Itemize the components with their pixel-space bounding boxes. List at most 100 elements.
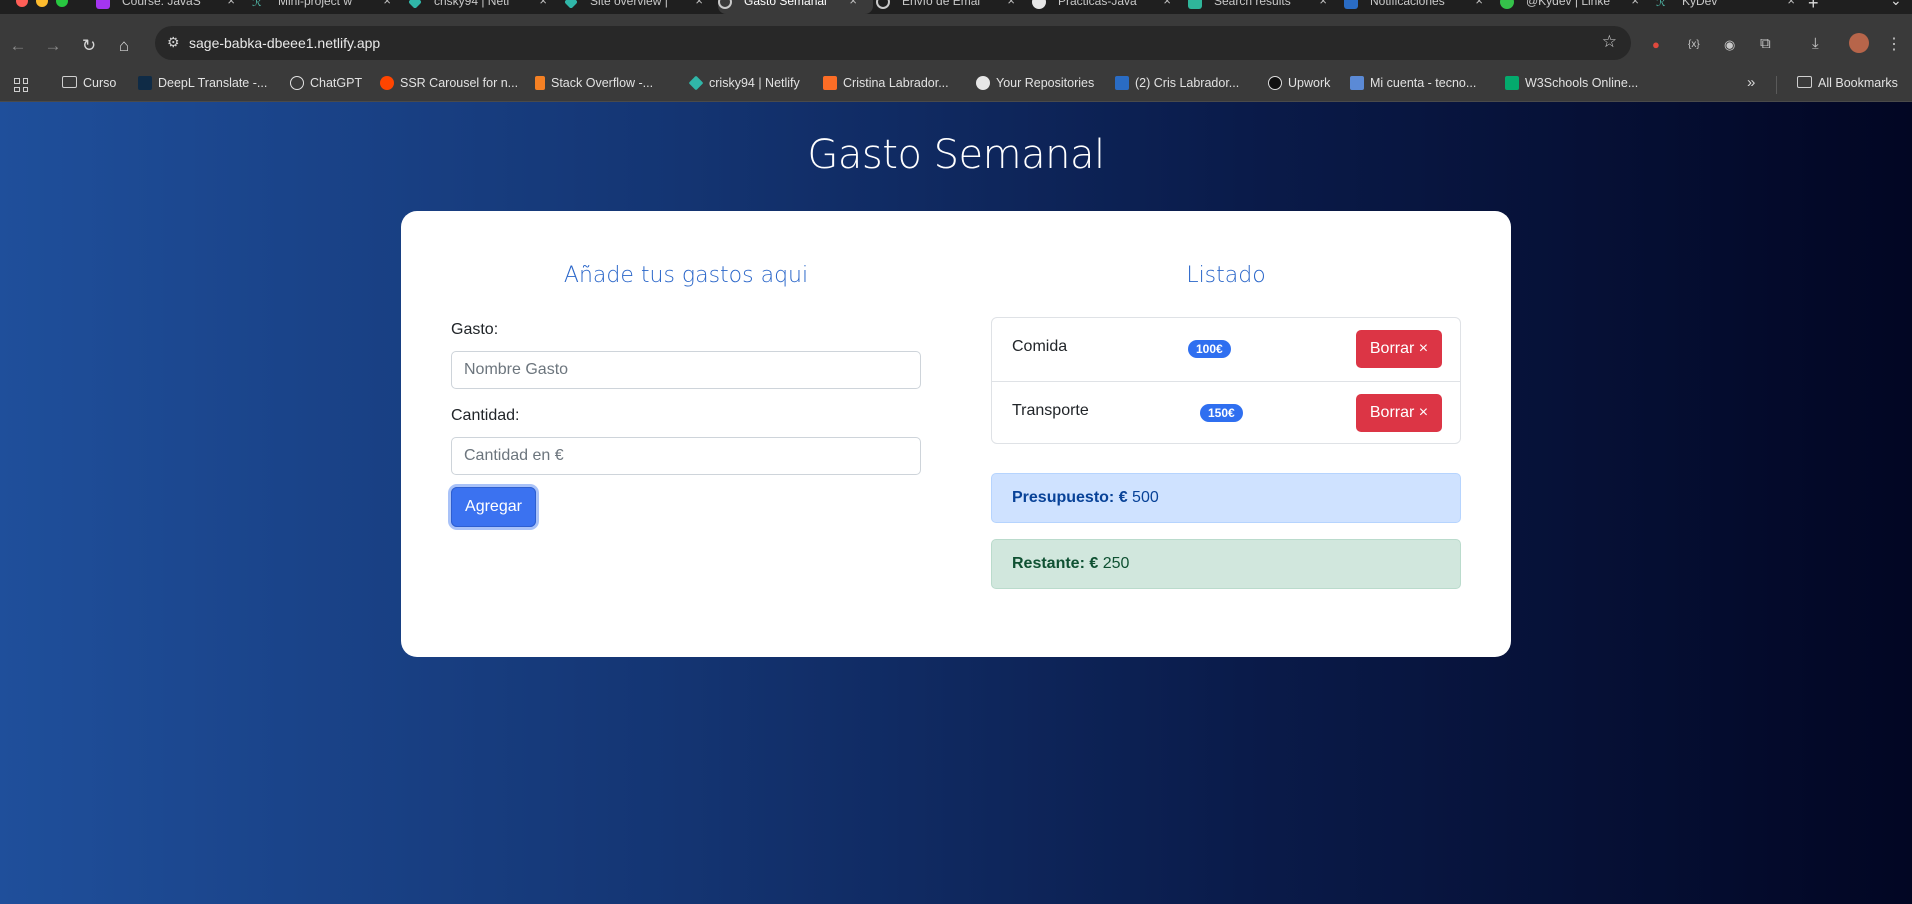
- linkedin-icon: [1115, 76, 1129, 90]
- tab-close-icon[interactable]: ×: [227, 0, 235, 8]
- vue-extension-icon[interactable]: {x}: [1688, 39, 1700, 50]
- tab-close-icon[interactable]: ×: [1631, 0, 1639, 8]
- window-close-dot[interactable]: [16, 0, 28, 7]
- tecnoempleo-icon: [1350, 76, 1364, 90]
- browser-tab[interactable]: Site overview | ×: [564, 0, 719, 14]
- presupuesto-alert: Presupuesto: € 500: [991, 473, 1461, 523]
- bookmark-star-icon[interactable]: ☆: [1602, 32, 1617, 52]
- forward-arrow-icon[interactable]: →: [43, 36, 63, 56]
- bookmarks-bar: Curso DeepL Translate -... ChatGPT SSR C…: [0, 66, 1912, 102]
- tab-strip: Course: JavaS × ℛ Mini-project w × crisk…: [0, 0, 1912, 14]
- kydev-favicon-icon: [1500, 0, 1514, 9]
- presupuesto-value: 500: [1132, 489, 1159, 506]
- tab-close-icon[interactable]: ×: [1319, 0, 1327, 8]
- udemy-favicon-icon: [96, 0, 110, 9]
- tab-close-icon[interactable]: ×: [1163, 0, 1171, 8]
- record-extension-icon[interactable]: ◉: [1724, 37, 1735, 53]
- listado-heading: Listado: [1186, 263, 1266, 288]
- bookmark-item[interactable]: Mi cuenta - tecno...: [1350, 76, 1476, 90]
- reload-icon[interactable]: ↻: [79, 36, 99, 56]
- site-settings-icon[interactable]: ⚙: [167, 34, 180, 51]
- gasto-input[interactable]: [451, 351, 921, 389]
- browser-tab[interactable]: ℛ KyDev ×: [1656, 0, 1811, 14]
- apps-grid-icon[interactable]: [14, 78, 28, 92]
- home-icon[interactable]: ⌂: [114, 36, 134, 56]
- kydev-favicon-icon: ℛ: [1656, 0, 1666, 9]
- browser-tab[interactable]: Course: JavaS ×: [96, 0, 251, 14]
- bookmark-item[interactable]: Your Repositories: [976, 76, 1094, 90]
- browser-tab[interactable]: Notificaciones ×: [1344, 0, 1499, 14]
- stack-overflow-icon: [535, 76, 545, 90]
- folder-icon: [1797, 76, 1812, 88]
- bookmarks-divider: [1776, 76, 1777, 94]
- tab-close-icon[interactable]: ×: [1007, 0, 1015, 8]
- browser-menu-icon[interactable]: ⋮: [1886, 34, 1902, 54]
- browser-tab[interactable]: @Kydev | Linke ×: [1500, 0, 1655, 14]
- address-bar[interactable]: ⚙ sage-babka-dbeee1.netlify.app ☆: [155, 26, 1631, 60]
- browser-tab[interactable]: Envío de Emai ×: [876, 0, 1031, 14]
- browser-tab-active[interactable]: Gasto Semanal ×: [718, 0, 873, 14]
- back-arrow-icon[interactable]: ←: [8, 36, 28, 56]
- browser-tab[interactable]: Search results ×: [1188, 0, 1343, 14]
- delete-expense-button[interactable]: Borrar ×: [1356, 330, 1442, 368]
- netlify-favicon-icon: [408, 0, 422, 9]
- expense-amount-badge: 100€: [1188, 340, 1231, 358]
- tab-close-icon[interactable]: ×: [1787, 0, 1795, 8]
- restante-label: Restante: €: [1012, 555, 1099, 572]
- expense-list-item: Transporte 150€ Borrar ×: [992, 381, 1460, 444]
- expense-name: Transporte: [1012, 402, 1089, 419]
- browser-tab[interactable]: Practicas-Java ×: [1032, 0, 1187, 14]
- bookmark-item[interactable]: W3Schools Online...: [1505, 76, 1638, 90]
- expense-list-item: Comida 100€ Borrar ×: [992, 318, 1460, 381]
- netlify-favicon-icon: [564, 0, 578, 9]
- github-icon: [976, 76, 990, 90]
- expense-amount-badge: 150€: [1200, 404, 1243, 422]
- bookmark-item[interactable]: (2) Cris Labrador...: [1115, 76, 1239, 90]
- page-title: Gasto Semanal: [807, 132, 1105, 178]
- gasto-label: Gasto:: [451, 321, 499, 338]
- url-text[interactable]: sage-babka-dbeee1.netlify.app: [189, 35, 380, 51]
- tab-close-icon[interactable]: ×: [695, 0, 703, 8]
- expense-name: Comida: [1012, 338, 1068, 355]
- browser-tab[interactable]: crisky94 | Netl ×: [408, 0, 563, 14]
- search-favicon-icon: [1188, 0, 1202, 9]
- kydev-favicon-icon: ℛ: [252, 0, 262, 9]
- profile-avatar[interactable]: [1849, 33, 1869, 53]
- tab-search-chevron-icon[interactable]: ⌄: [1890, 0, 1902, 9]
- chatgpt-icon: [290, 76, 304, 90]
- more-bookmarks-chevron-icon[interactable]: »: [1747, 74, 1755, 91]
- new-tab-icon[interactable]: +: [1808, 0, 1819, 14]
- tab-close-icon[interactable]: ×: [539, 0, 547, 8]
- download-icon[interactable]: ⤓: [1812, 35, 1819, 52]
- browser-tab[interactable]: ℛ Mini-project w ×: [252, 0, 407, 14]
- folder-icon: [62, 76, 77, 88]
- window-minimize-dot[interactable]: [36, 0, 48, 7]
- tab-close-icon[interactable]: ×: [849, 0, 857, 8]
- bookmark-item[interactable]: crisky94 | Netlify: [688, 75, 800, 91]
- bookmark-folder[interactable]: Curso: [62, 76, 116, 90]
- bookmark-item[interactable]: Upwork: [1268, 76, 1330, 90]
- bookmark-item[interactable]: Stack Overflow -...: [535, 76, 653, 90]
- tab-close-icon[interactable]: ×: [383, 0, 391, 8]
- ublock-extension-icon[interactable]: ●: [1652, 37, 1660, 52]
- reddit-icon: [380, 76, 394, 90]
- w3schools-icon: [1505, 76, 1519, 90]
- all-bookmarks-folder[interactable]: All Bookmarks: [1797, 76, 1898, 90]
- bookmark-item[interactable]: Cristina Labrador...: [823, 76, 949, 90]
- tab-close-icon[interactable]: ×: [1475, 0, 1483, 8]
- expense-list: Comida 100€ Borrar × Transporte 150€ Bor…: [991, 317, 1461, 444]
- github-favicon-icon: [1032, 0, 1046, 9]
- gitlab-icon: [823, 76, 837, 90]
- bookmark-item[interactable]: ChatGPT: [290, 76, 362, 90]
- restante-value: 250: [1102, 555, 1130, 572]
- delete-expense-button[interactable]: Borrar ×: [1356, 394, 1442, 432]
- cantidad-label: Cantidad:: [451, 407, 520, 424]
- cantidad-input[interactable]: [451, 437, 921, 475]
- bookmark-item[interactable]: DeepL Translate -...: [138, 76, 267, 90]
- window-zoom-dot[interactable]: [56, 0, 68, 7]
- bookmark-item[interactable]: SSR Carousel for n...: [380, 76, 518, 90]
- extensions-puzzle-icon[interactable]: ⧉: [1760, 35, 1771, 52]
- presupuesto-label: Presupuesto: €: [1012, 489, 1128, 506]
- globe-favicon-icon: [876, 0, 890, 9]
- agregar-button[interactable]: Agregar: [451, 487, 536, 527]
